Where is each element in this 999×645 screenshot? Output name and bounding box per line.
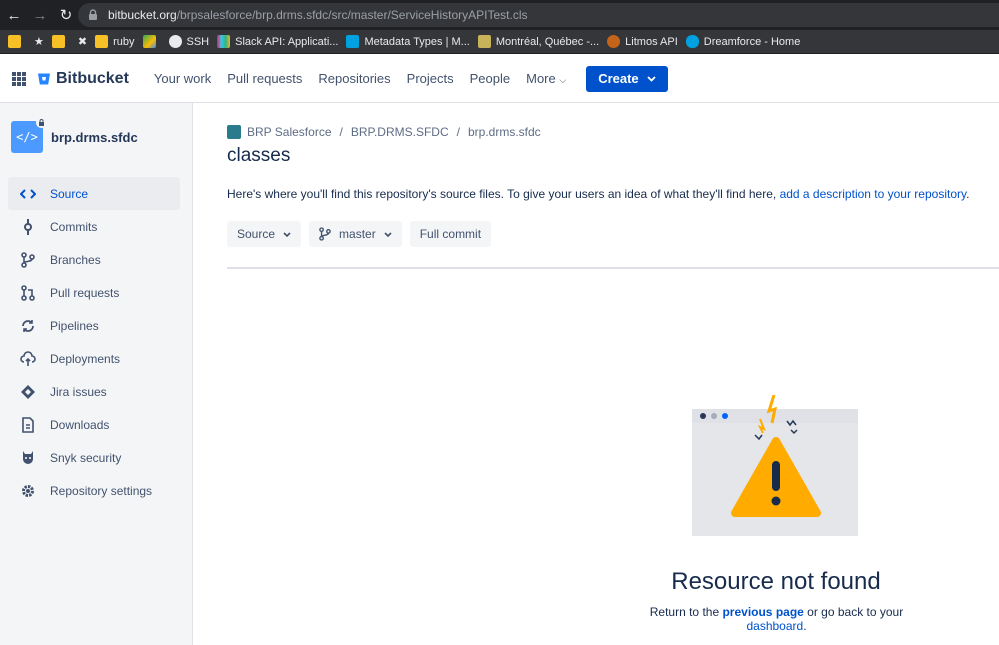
folder-icon (8, 35, 21, 48)
bookmark[interactable]: ★ (34, 35, 44, 48)
folder-icon (95, 35, 109, 48)
site-icon (477, 35, 491, 48)
sidebar-item-downloads[interactable]: Downloads (8, 408, 180, 441)
repo-name: brp.drms.sfdc (51, 129, 138, 145)
bookmark[interactable] (51, 35, 70, 48)
address-bar[interactable]: bitbucket.org/brpsalesforce/brp.drms.sfd… (78, 3, 999, 27)
create-button[interactable]: Create (586, 65, 668, 92)
project-icon (227, 125, 241, 139)
bookmark-metadata[interactable]: Metadata Types | M... (346, 35, 470, 48)
close-icon: ✖ (77, 36, 88, 48)
jira-icon (20, 384, 36, 400)
full-commit-button[interactable]: Full commit (409, 221, 492, 247)
bookmark-dreamforce[interactable]: Dreamforce - Home (685, 35, 800, 48)
nav-repositories[interactable]: Repositories (318, 71, 390, 86)
snyk-icon (20, 450, 36, 466)
gear-icon (20, 483, 36, 499)
slack-icon (217, 35, 231, 48)
sidebar-item-snyk-security[interactable]: Snyk security (8, 441, 180, 474)
pull-request-icon (20, 284, 36, 301)
bookmarks-bar: ★ ✖ ruby SSH Slack API: Applicati... Met… (0, 30, 999, 54)
main-content: BRP Salesforce / BRP.DRMS.SFDC / brp.drm… (227, 103, 999, 645)
source-dropdown[interactable]: Source (227, 221, 302, 247)
pipelines-icon (20, 318, 36, 334)
browser-toolbar: ← → ↻ bitbucket.org/brpsalesforce/brp.dr… (0, 0, 999, 30)
code-icon (20, 186, 36, 202)
sidebar-item-source[interactable]: Source (8, 177, 180, 210)
not-found-title: Resource not found (671, 568, 881, 595)
nav-more[interactable]: More ⌵ (526, 71, 566, 86)
forward-icon[interactable]: → (28, 3, 52, 27)
repo-description: Here's where you'll find this repository… (227, 187, 970, 201)
downloads-icon (20, 416, 36, 433)
sidebar-item-deployments[interactable]: Deployments (8, 342, 180, 375)
deployments-icon (20, 350, 36, 367)
repo-header[interactable]: </> brp.drms.sfdc (11, 117, 192, 153)
source-toolbar: Source master Full commit (227, 221, 999, 247)
back-icon[interactable]: ← (2, 3, 26, 27)
bookmark-ssh[interactable]: SSH (168, 35, 209, 48)
breadcrumb-workspace[interactable]: BRP.DRMS.SFDC (351, 125, 449, 139)
app-header: Bitbucket Your work Pull requests Reposi… (0, 55, 999, 103)
lock-icon (89, 9, 97, 20)
branch-icon (319, 227, 331, 241)
github-icon (168, 35, 182, 48)
url-host: bitbucket.org (108, 8, 177, 22)
previous-page-link[interactable]: previous page (722, 605, 803, 619)
breadcrumb-project[interactable]: BRP Salesforce (247, 125, 332, 139)
sidebar-item-pull-requests[interactable]: Pull requests (8, 276, 180, 309)
bookmark[interactable] (8, 35, 26, 48)
nav-projects[interactable]: Projects (407, 71, 454, 86)
chevron-down-icon (384, 231, 392, 237)
divider (227, 267, 999, 269)
add-description-link[interactable]: add a description to your repository (780, 187, 967, 201)
dashboard-link[interactable]: dashboard (746, 619, 803, 633)
sidebar: </> brp.drms.sfdc Source Commits Branche… (0, 103, 193, 645)
sidebar-item-pipelines[interactable]: Pipelines (8, 309, 180, 342)
repo-avatar: </> (11, 117, 47, 153)
branch-dropdown[interactable]: master (309, 221, 402, 247)
app-switcher-icon[interactable] (12, 71, 26, 86)
star-icon: ★ (34, 36, 44, 48)
bookmark-litmos[interactable]: Litmos API (607, 35, 678, 48)
bookmark-drive[interactable] (142, 35, 161, 48)
page-title: classes (227, 145, 291, 166)
warning-illustration (692, 395, 858, 536)
bitbucket-icon (38, 73, 50, 84)
bookmark[interactable]: ✖ (78, 35, 87, 48)
reload-icon[interactable]: ↻ (54, 3, 78, 27)
lock-icon (36, 117, 47, 128)
nav-pull-requests[interactable]: Pull requests (227, 71, 302, 86)
chevron-down-icon (283, 231, 291, 237)
cloud-icon (685, 35, 699, 48)
bitbucket-logo[interactable]: Bitbucket (37, 70, 129, 88)
commit-icon (20, 218, 36, 235)
breadcrumb-separator: / (456, 125, 460, 139)
breadcrumb-repo[interactable]: brp.drms.sfdc (468, 125, 541, 139)
drive-icon (142, 35, 156, 48)
sidebar-item-commits[interactable]: Commits (8, 210, 180, 243)
folder-icon (51, 35, 65, 48)
bookmark-slack[interactable]: Slack API: Applicati... (217, 35, 338, 48)
chevron-down-icon (647, 75, 656, 82)
sidebar-item-branches[interactable]: Branches (8, 243, 180, 276)
breadcrumb-separator: / (339, 125, 343, 139)
nav-your-work[interactable]: Your work (154, 71, 211, 86)
branch-icon (20, 251, 36, 268)
bookmark-montreal[interactable]: Montréal, Québec -... (477, 35, 599, 48)
bolt-icon (346, 35, 360, 48)
bookmark-ruby[interactable]: ruby (95, 35, 135, 48)
breadcrumb: BRP Salesforce / BRP.DRMS.SFDC / brp.drm… (227, 125, 999, 139)
nav-people[interactable]: People (470, 71, 510, 86)
litmos-icon (607, 35, 621, 48)
not-found-message: Return to the previous page or go back t… (649, 605, 904, 633)
sidebar-item-jira-issues[interactable]: Jira issues (8, 375, 180, 408)
url-path: /brpsalesforce/brp.drms.sfdc/src/master/… (176, 8, 528, 22)
sidebar-item-repository-settings[interactable]: Repository settings (8, 474, 180, 507)
chevron-down-icon: ⌵ (559, 75, 567, 85)
